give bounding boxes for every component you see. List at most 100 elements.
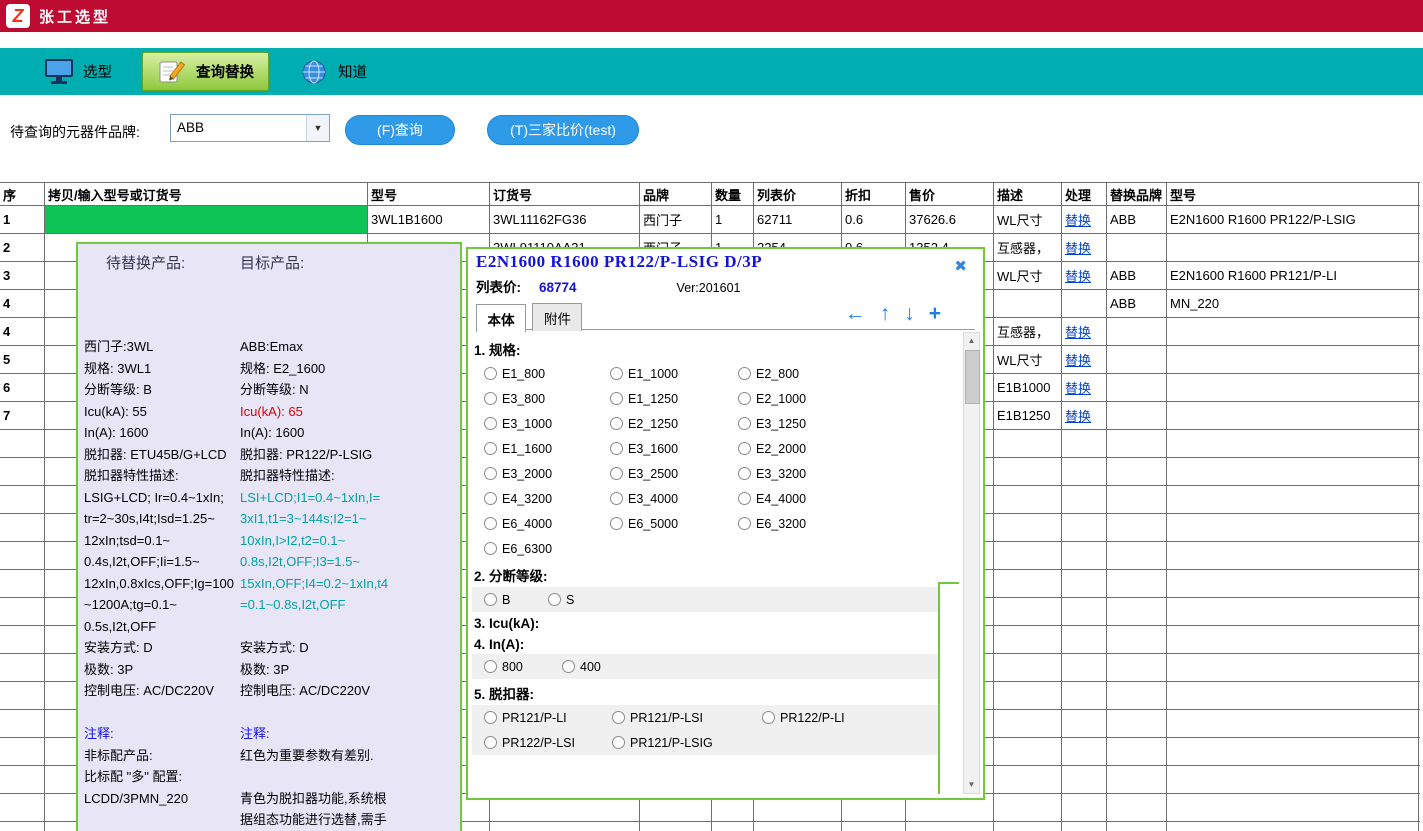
column-header: 售价 xyxy=(906,183,994,205)
radio-E4_4000[interactable]: E4_4000 xyxy=(738,492,959,506)
radio-PR121-P-LSIG[interactable]: PR121/P-LSIG xyxy=(612,736,762,750)
compare-line: 极数: 3P xyxy=(240,659,460,681)
tab-accessories[interactable]: 附件 xyxy=(532,303,582,331)
cell-seq xyxy=(0,458,45,485)
cell-action: 替换 xyxy=(1062,206,1107,233)
radio-icon xyxy=(484,367,497,380)
cell-seq: 4 xyxy=(0,318,45,345)
tab-know[interactable]: 知道 xyxy=(285,52,381,91)
cell-desc: WL尺寸 xyxy=(994,206,1062,233)
radio-E2_1250[interactable]: E2_1250 xyxy=(610,417,738,431)
replace-link[interactable]: 替换 xyxy=(1065,210,1091,229)
radio-E3_1600[interactable]: E3_1600 xyxy=(610,442,738,456)
cell-action xyxy=(1062,514,1107,541)
compare-line xyxy=(240,766,460,788)
radio-E3_800[interactable]: E3_800 xyxy=(484,392,610,406)
radio-label: E4_4000 xyxy=(756,492,806,506)
radio-icon xyxy=(484,467,497,480)
cell-seq xyxy=(0,738,45,765)
cell-qty xyxy=(712,822,754,831)
radio-S[interactable]: S xyxy=(548,593,610,607)
cell-rep_model xyxy=(1167,458,1419,485)
radio-E1_800[interactable]: E1_800 xyxy=(484,367,610,381)
brand-combobox[interactable]: ABB ▼ xyxy=(170,114,330,142)
cell-seq: 1 xyxy=(0,206,45,233)
section-label: 4. In(A): xyxy=(472,633,959,654)
cell-action: 替换 xyxy=(1062,234,1107,261)
scroll-thumb[interactable] xyxy=(965,350,980,404)
radio-E6_6300[interactable]: E6_6300 xyxy=(484,542,610,556)
nav-up-icon[interactable]: ↑ xyxy=(880,301,891,327)
radio-E6_3200[interactable]: E6_3200 xyxy=(738,517,959,531)
column-header: 序 xyxy=(0,183,45,205)
radio-E6_5000[interactable]: E6_5000 xyxy=(610,517,738,531)
compare-line: LSIG+LCD; Ir=0.4~1xIn; xyxy=(84,487,240,509)
radio-icon xyxy=(484,517,497,530)
radio-icon xyxy=(762,711,775,724)
radio-E3_2000[interactable]: E3_2000 xyxy=(484,467,610,481)
cell-seq xyxy=(0,766,45,793)
radio-PR122-P-LI[interactable]: PR122/P-LI xyxy=(762,711,959,725)
radio-icon xyxy=(484,711,497,724)
cell-action xyxy=(1062,290,1107,317)
radio-E3_3200[interactable]: E3_3200 xyxy=(738,467,959,481)
radio-PR122-P-LSI[interactable]: PR122/P-LSI xyxy=(484,736,612,750)
replace-link[interactable]: 替换 xyxy=(1065,350,1091,369)
cell-brand: 西门子 xyxy=(640,206,712,233)
cell-action xyxy=(1062,542,1107,569)
close-icon[interactable]: ✖ xyxy=(954,257,967,275)
chevron-down-icon[interactable]: ▼ xyxy=(306,115,329,141)
cell-rep_model xyxy=(1167,794,1419,821)
scroll-down-icon[interactable]: ▼ xyxy=(964,777,979,793)
replace-link[interactable]: 替换 xyxy=(1065,238,1091,257)
radio-PR122-P-LSIG[interactable]: PR122/P-LSIG xyxy=(938,582,959,794)
cell-seq xyxy=(0,514,45,541)
radio-E2_800[interactable]: E2_800 xyxy=(738,367,959,381)
replace-link[interactable]: 替换 xyxy=(1065,322,1091,341)
radio-E3_1250[interactable]: E3_1250 xyxy=(738,417,959,431)
radio-icon xyxy=(738,417,751,430)
radio-800[interactable]: 800 xyxy=(484,660,562,674)
replace-link[interactable]: 替换 xyxy=(1065,378,1091,397)
tab-query-replace[interactable]: 查询替换 xyxy=(142,52,269,91)
radio-E6_4000[interactable]: E6_4000 xyxy=(484,517,610,531)
radio-E4_3200[interactable]: E4_3200 xyxy=(484,492,610,506)
compare-popup-header: 待替换产品: 目标产品: xyxy=(78,244,460,274)
radio-PR121-P-LI[interactable]: PR121/P-LI xyxy=(484,711,612,725)
radio-E3_4000[interactable]: E3_4000 xyxy=(610,492,738,506)
price-compare-button[interactable]: (T)三家比价(test) xyxy=(487,115,639,145)
radio-label: E6_4000 xyxy=(502,517,552,531)
radio-E2_2000[interactable]: E2_2000 xyxy=(738,442,959,456)
cell-desc xyxy=(994,626,1062,653)
cell-input[interactable] xyxy=(45,206,368,233)
tab-body[interactable]: 本体 xyxy=(476,304,526,332)
cell-rep_brand xyxy=(1107,542,1167,569)
cell-order_no xyxy=(490,822,640,831)
nav-left-icon[interactable]: ← xyxy=(845,301,866,327)
radio-E3_1000[interactable]: E3_1000 xyxy=(484,417,610,431)
query-button[interactable]: (F)查询 xyxy=(345,115,455,145)
replace-link[interactable]: 替换 xyxy=(1065,406,1091,425)
radio-E1_1250[interactable]: E1_1250 xyxy=(610,392,738,406)
compare-left-title: 待替换产品: xyxy=(106,255,185,272)
tab-selection[interactable]: 选型 xyxy=(30,52,126,91)
cell-action: 替换 xyxy=(1062,402,1107,429)
radio-label: E2_800 xyxy=(756,367,799,381)
radio-B[interactable]: B xyxy=(484,593,548,607)
radio-E2_1000[interactable]: E2_1000 xyxy=(738,392,959,406)
list-price-label: 列表价: xyxy=(476,276,521,296)
radio-E1_1600[interactable]: E1_1600 xyxy=(484,442,610,456)
replace-link[interactable]: 替换 xyxy=(1065,266,1091,285)
cell-action xyxy=(1062,486,1107,513)
radio-PR121-P-LSI[interactable]: PR121/P-LSI xyxy=(612,711,762,725)
cell-seq: 3 xyxy=(0,262,45,289)
nav-add-icon[interactable]: + xyxy=(929,301,941,327)
scroll-up-icon[interactable]: ▲ xyxy=(964,333,979,349)
radio-E3_2500[interactable]: E3_2500 xyxy=(610,467,738,481)
cell-seq xyxy=(0,710,45,737)
radio-400[interactable]: 400 xyxy=(562,660,636,674)
nav-down-icon[interactable]: ↓ xyxy=(904,301,915,327)
radio-E1_1000[interactable]: E1_1000 xyxy=(610,367,738,381)
selector-scrollbar[interactable]: ▲ ▼ xyxy=(963,332,980,794)
section-label: 2. 分断等级: xyxy=(472,561,959,587)
